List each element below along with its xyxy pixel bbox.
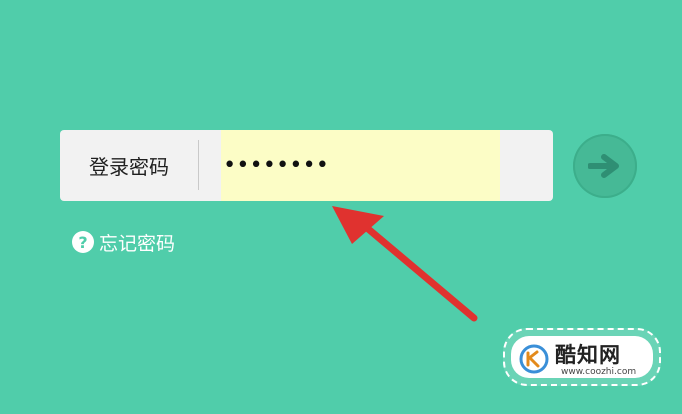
arrow-right-icon: [588, 154, 619, 178]
watermark-url: www.coozhi.com: [561, 367, 637, 377]
watermark-panel: 酷知网 www.coozhi.com: [511, 336, 653, 378]
question-circle-icon: ?: [72, 231, 94, 253]
password-label: 登录密码: [89, 155, 169, 179]
password-input[interactable]: ••••••••: [221, 130, 500, 201]
submit-button[interactable]: [573, 134, 637, 198]
watermark: 酷知网 www.coozhi.com: [503, 328, 661, 386]
forgot-password-link[interactable]: ? 忘记密码: [72, 230, 176, 255]
divider: [198, 140, 199, 190]
watermark-name: 酷知网: [555, 343, 621, 367]
coozhi-logo-icon: [519, 344, 549, 374]
forgot-password-label: 忘记密码: [99, 232, 176, 255]
login-box: 登录密码 ••••••••: [60, 130, 553, 201]
